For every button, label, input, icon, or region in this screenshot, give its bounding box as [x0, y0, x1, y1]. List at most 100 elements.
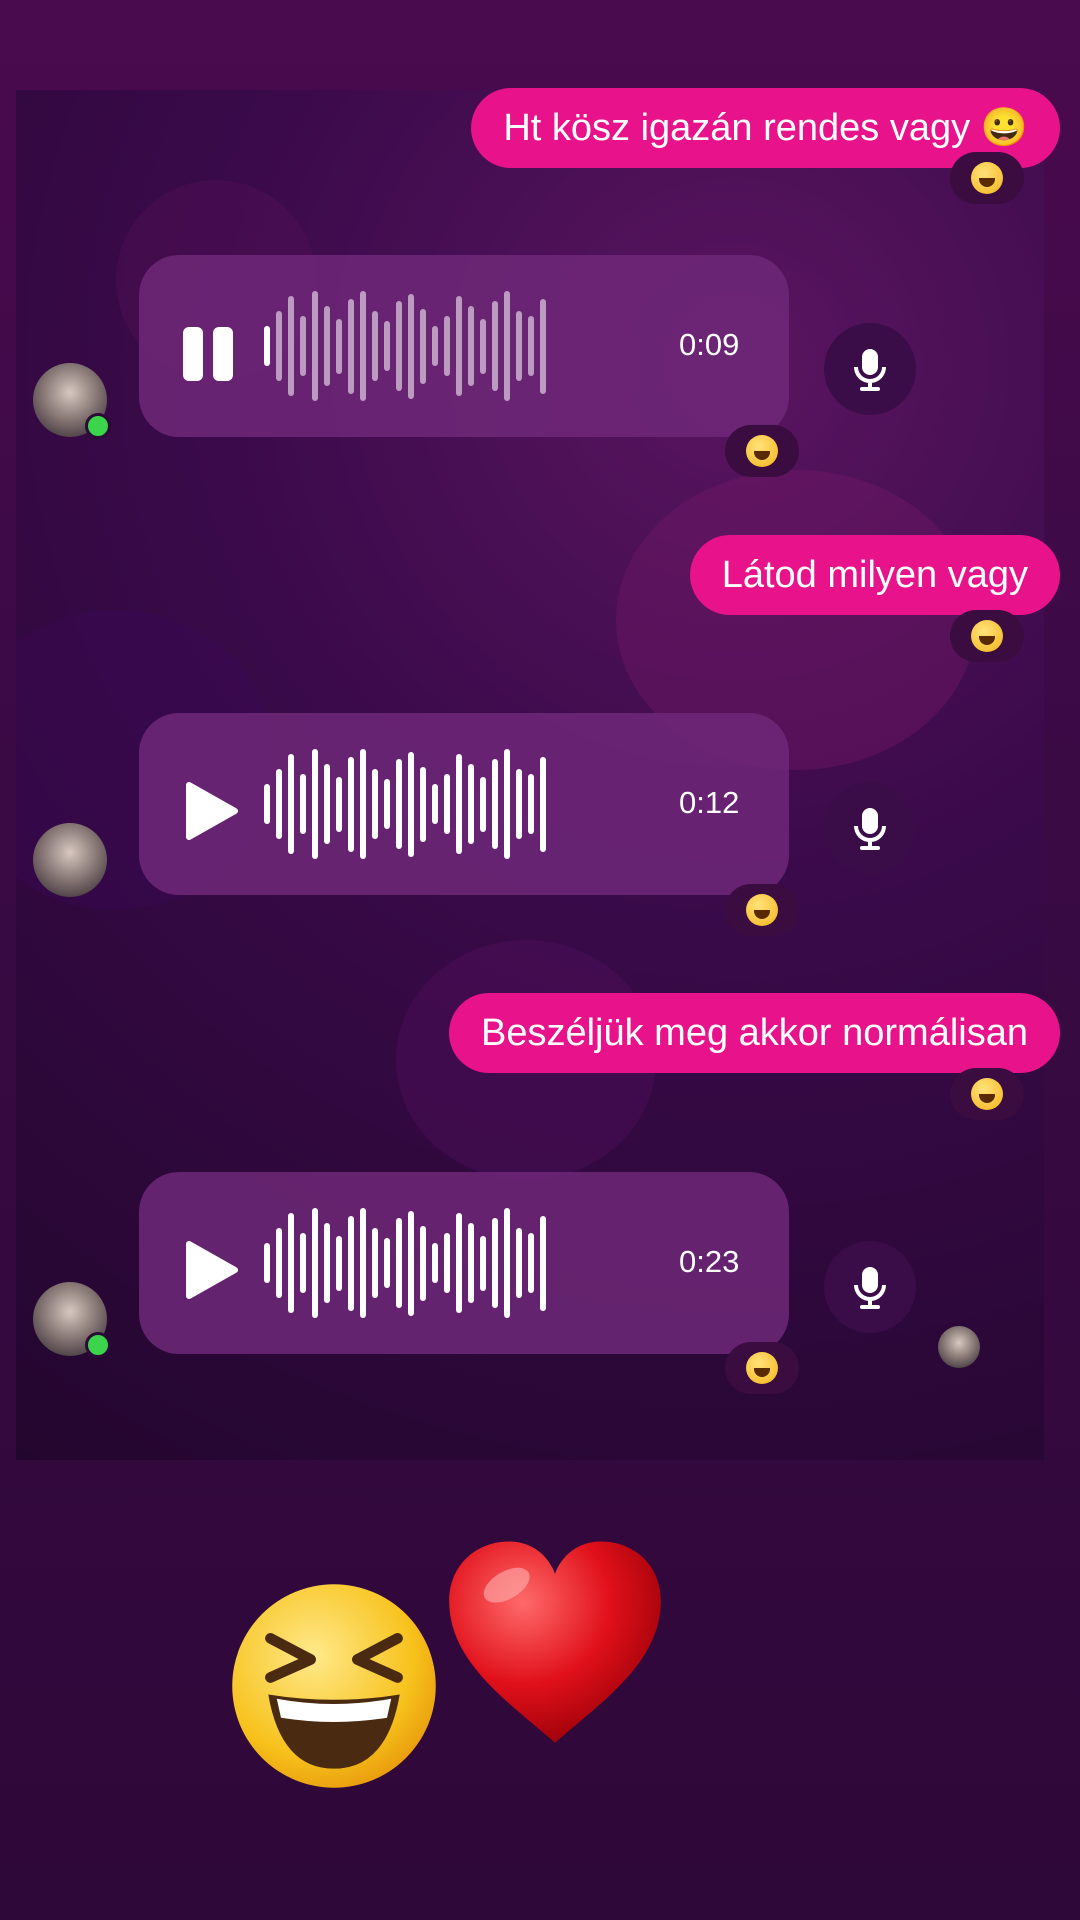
waveform-bar [528, 774, 534, 834]
voice-message[interactable]: 0:09 [139, 255, 789, 437]
message-reaction[interactable] [950, 1068, 1024, 1120]
contact-avatar[interactable] [33, 363, 111, 439]
message-reaction[interactable] [725, 1342, 799, 1394]
message-reaction[interactable] [950, 152, 1024, 204]
online-status-dot [85, 1332, 111, 1358]
waveform-bar [360, 1208, 366, 1318]
message-reaction[interactable] [725, 884, 799, 936]
contact-avatar[interactable] [33, 823, 107, 897]
waveform-bar [264, 1243, 270, 1283]
waveform-bar [444, 1233, 450, 1293]
laughing-emoji-icon [746, 894, 778, 926]
seen-receipt-avatar [938, 1326, 980, 1368]
outgoing-message[interactable]: Látod milyen vagy [689, 535, 1060, 615]
waveform-bar [324, 1223, 330, 1303]
waveform-bar [504, 291, 510, 401]
laughing-emoji-icon [746, 1352, 778, 1384]
pause-icon[interactable] [179, 323, 239, 383]
waveform-bar [420, 308, 426, 384]
waveform-bar [432, 326, 438, 366]
waveform-bar [372, 769, 378, 839]
waveform-bar [516, 1228, 522, 1298]
voice-reply-button[interactable] [824, 323, 916, 415]
waveform-bar [384, 321, 390, 371]
contact-avatar[interactable] [33, 1282, 111, 1358]
voice-waveform[interactable] [264, 743, 624, 865]
waveform-bar [492, 1218, 498, 1308]
waveform-bar [276, 769, 282, 839]
waveform-bar [276, 311, 282, 381]
waveform-bar [348, 756, 354, 852]
waveform-bar [312, 1208, 318, 1318]
laughing-emoji-icon [971, 620, 1003, 652]
waveform-bar [288, 296, 294, 396]
play-icon[interactable] [179, 781, 239, 841]
waveform-bar [444, 316, 450, 376]
laughing-emoji-icon [971, 1078, 1003, 1110]
waveform-bar [264, 326, 270, 366]
waveform-bar [420, 1225, 426, 1301]
waveform-bar [372, 311, 378, 381]
voice-waveform[interactable] [264, 285, 624, 407]
outgoing-message[interactable]: Beszéljük meg akkor normálisan [448, 993, 1060, 1073]
voice-duration: 0:12 [679, 785, 740, 820]
play-icon[interactable] [179, 1240, 239, 1300]
laughing-emoji-icon [746, 435, 778, 467]
waveform-bar [456, 296, 462, 396]
voice-waveform[interactable] [264, 1202, 624, 1324]
waveform-bar [312, 749, 318, 859]
waveform-bar [336, 776, 342, 832]
waveform-bar [528, 1233, 534, 1293]
waveform-bar [360, 749, 366, 859]
waveform-bar [420, 766, 426, 842]
waveform-bar [312, 291, 318, 401]
waveform-bar [288, 754, 294, 854]
waveform-bar [432, 1243, 438, 1283]
waveform-bar [480, 318, 486, 374]
waveform-bar [336, 1235, 342, 1291]
red-heart-icon [449, 1541, 661, 1743]
waveform-bar [396, 759, 402, 849]
online-status-dot [85, 413, 111, 439]
waveform-bar [276, 1228, 282, 1298]
waveform-bar [516, 769, 522, 839]
waveform-bar [384, 1238, 390, 1288]
waveform-bar [480, 1235, 486, 1291]
voice-reply-button[interactable] [824, 782, 916, 874]
waveform-bar [444, 774, 450, 834]
waveform-bar [264, 784, 270, 824]
waveform-bar [324, 764, 330, 844]
waveform-bar [324, 306, 330, 386]
waveform-bar [348, 298, 354, 394]
waveform-bar [504, 1208, 510, 1318]
voice-reply-button[interactable] [824, 1241, 916, 1333]
message-reaction[interactable] [725, 425, 799, 477]
waveform-bar [540, 756, 546, 852]
message-text: Látod milyen vagy [721, 553, 1028, 596]
waveform-bar [492, 759, 498, 849]
microphone-icon [854, 349, 886, 391]
waveform-bar [528, 316, 534, 376]
laughing-emoji-icon [971, 162, 1003, 194]
voice-message[interactable]: 0:23 [139, 1172, 789, 1354]
waveform-bar [396, 1218, 402, 1308]
waveform-bar [492, 301, 498, 391]
waveform-bar [540, 1215, 546, 1311]
waveform-bar [300, 774, 306, 834]
waveform-bar [300, 316, 306, 376]
waveform-bar [516, 311, 522, 381]
waveform-bar [396, 301, 402, 391]
message-reaction[interactable] [950, 610, 1024, 662]
waveform-bar [468, 306, 474, 386]
microphone-icon [854, 808, 886, 850]
waveform-bar [300, 1233, 306, 1293]
waveform-bar [408, 751, 414, 857]
waveform-bar [432, 784, 438, 824]
voice-message[interactable]: 0:12 [139, 713, 789, 895]
waveform-bar [408, 1210, 414, 1316]
waveform-bar [468, 764, 474, 844]
waveform-bar [468, 1223, 474, 1303]
waveform-bar [336, 318, 342, 374]
laughing-emoji-icon [232, 1584, 436, 1788]
waveform-bar [540, 298, 546, 394]
